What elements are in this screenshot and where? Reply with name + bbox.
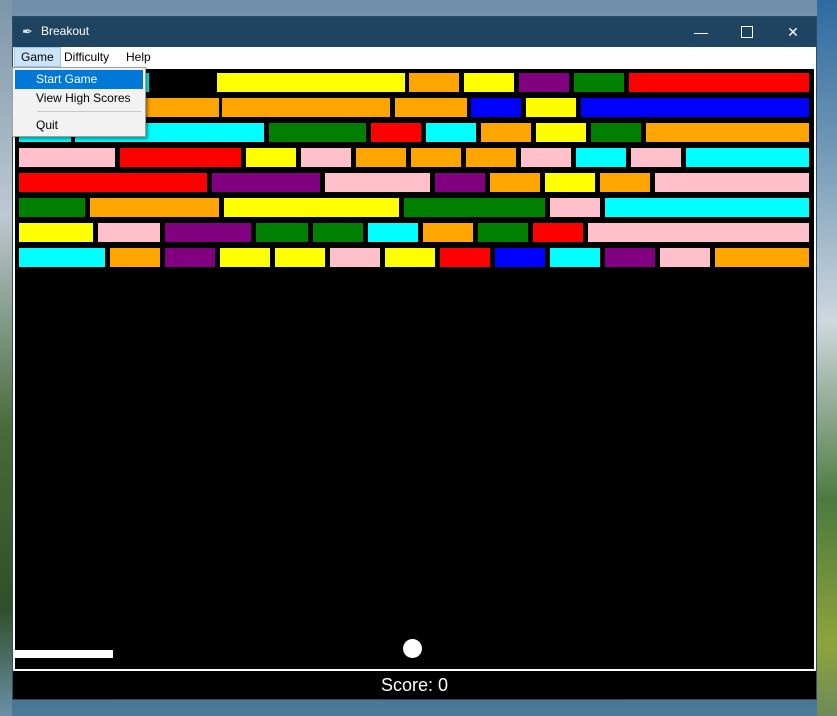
brick	[686, 148, 809, 167]
brick	[440, 248, 490, 267]
brick	[533, 223, 583, 242]
brick	[98, 223, 160, 242]
brick	[325, 173, 430, 192]
brick	[600, 173, 650, 192]
quit-menu-item[interactable]: Quit	[15, 116, 143, 135]
brick	[715, 248, 809, 267]
brick	[481, 123, 531, 142]
brick	[411, 148, 461, 167]
brick	[605, 248, 655, 267]
brick	[220, 248, 270, 267]
brick	[212, 173, 320, 192]
brick	[269, 123, 366, 142]
title-bar[interactable]: ✒ Breakout — ✕	[13, 17, 816, 47]
brick	[368, 223, 418, 242]
brick	[90, 198, 219, 217]
desktop-background-right	[817, 0, 837, 716]
menu-bar: Game Difficulty Help	[13, 47, 816, 67]
minimize-icon: —	[694, 24, 708, 40]
minimize-button[interactable]: —	[678, 17, 724, 47]
brick	[526, 98, 576, 117]
brick	[574, 73, 624, 92]
brick	[581, 98, 809, 117]
brick	[660, 248, 710, 267]
brick	[646, 123, 809, 142]
brick	[395, 98, 467, 117]
paddle	[15, 650, 113, 658]
brick	[165, 248, 215, 267]
brick	[550, 248, 600, 267]
brick	[605, 198, 809, 217]
brick	[631, 148, 681, 167]
brick	[301, 148, 351, 167]
game-menu-dropdown: Start Game View High Scores Quit	[12, 67, 146, 137]
brick	[545, 173, 595, 192]
brick	[478, 223, 528, 242]
start-game-menu-item[interactable]: Start Game	[15, 70, 143, 89]
brick	[371, 123, 421, 142]
brick	[222, 98, 390, 117]
close-icon: ✕	[787, 23, 799, 40]
brick	[655, 173, 809, 192]
brick	[217, 73, 405, 92]
brick	[435, 173, 485, 192]
brick	[224, 198, 399, 217]
brick	[536, 123, 586, 142]
brick	[521, 148, 571, 167]
brick	[464, 73, 514, 92]
brick	[495, 248, 545, 267]
score-label: Score: 0	[13, 671, 816, 699]
brick	[576, 148, 626, 167]
feather-icon: ✒	[22, 24, 33, 39]
brick	[385, 248, 435, 267]
close-button[interactable]: ✕	[770, 17, 816, 47]
brick	[404, 198, 545, 217]
brick	[275, 248, 325, 267]
brick	[490, 173, 540, 192]
maximize-button[interactable]	[724, 17, 770, 47]
brick	[120, 148, 241, 167]
ball	[403, 639, 422, 658]
menu-help[interactable]: Help	[120, 47, 157, 67]
brick	[591, 123, 641, 142]
brick	[313, 223, 363, 242]
brick	[19, 248, 105, 267]
brick	[256, 223, 308, 242]
brick	[330, 248, 380, 267]
brick	[629, 73, 809, 92]
brick	[246, 148, 296, 167]
brick	[519, 73, 569, 92]
menu-game[interactable]: Game	[14, 47, 61, 67]
menu-difficulty[interactable]: Difficulty	[58, 47, 115, 67]
brick	[550, 198, 600, 217]
game-canvas-frame	[13, 67, 816, 671]
brick	[426, 123, 476, 142]
menu-separator	[37, 111, 141, 112]
brick	[19, 148, 115, 167]
brick	[588, 223, 809, 242]
game-canvas[interactable]	[15, 69, 814, 669]
brick	[19, 223, 93, 242]
brick	[471, 98, 521, 117]
brick	[423, 223, 473, 242]
brick	[409, 73, 459, 92]
window-title: Breakout	[41, 24, 90, 38]
brick	[466, 148, 516, 167]
desktop-background-left	[0, 0, 12, 716]
brick	[19, 198, 85, 217]
maximize-icon	[741, 26, 753, 38]
view-high-scores-menu-item[interactable]: View High Scores	[15, 89, 143, 108]
brick	[19, 173, 207, 192]
brick	[356, 148, 406, 167]
brick	[165, 223, 251, 242]
brick	[110, 248, 160, 267]
